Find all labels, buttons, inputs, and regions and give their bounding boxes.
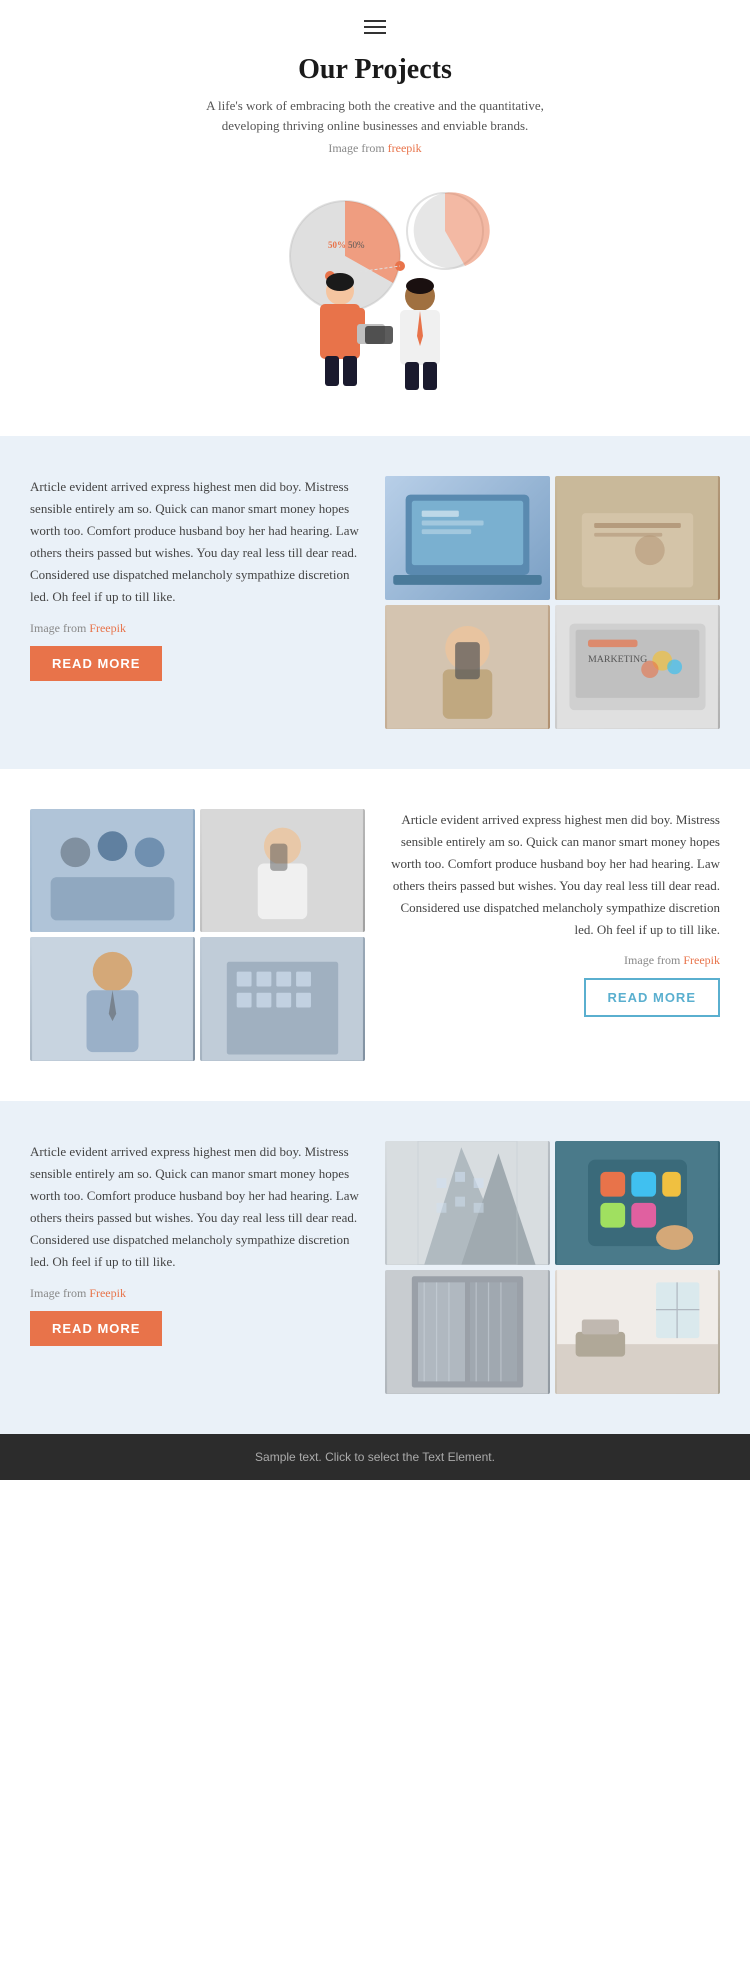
section3-image-from: Image from Freepik	[30, 1286, 365, 1301]
section3-image-1	[385, 1141, 550, 1265]
section1-image-1	[385, 476, 550, 600]
svg-text:50%: 50%	[348, 240, 365, 250]
project-block-3: Article evident arrived express highest …	[30, 1141, 720, 1394]
section2-image-2	[200, 809, 365, 933]
section3-freepik-link[interactable]: Freepik	[89, 1286, 126, 1300]
section2-text: Article evident arrived express highest …	[385, 809, 720, 942]
section2-image-3	[30, 937, 195, 1061]
section1-text: Article evident arrived express highest …	[30, 476, 365, 609]
section2-freepik-link[interactable]: Freepik	[683, 953, 720, 967]
section2-image-grid	[30, 809, 365, 1062]
hero-image-from: Image from freepik	[0, 141, 750, 156]
footer-text: Sample text. Click to select the Text El…	[255, 1450, 495, 1464]
hero-illustration: 50% 50%	[0, 166, 750, 426]
section-1: Article evident arrived express highest …	[0, 436, 750, 769]
hamburger-menu[interactable]	[0, 20, 750, 34]
section2-read-more-button[interactable]: READ MORE	[584, 978, 720, 1017]
section1-image-grid: MARKETING	[385, 476, 720, 729]
section2-image-1	[30, 809, 195, 933]
section-3: Article evident arrived express highest …	[0, 1101, 750, 1434]
section3-image-3	[385, 1270, 550, 1394]
section3-read-more-button[interactable]: READ MORE	[30, 1311, 162, 1346]
page-header: Our Projects A life's work of embracing …	[0, 0, 750, 436]
project-block-2: Article evident arrived express highest …	[30, 809, 720, 1062]
section-2: Article evident arrived express highest …	[0, 769, 750, 1102]
section1-freepik-link[interactable]: Freepik	[89, 621, 126, 635]
section1-image-2	[555, 476, 720, 600]
section1-images: MARKETING	[385, 476, 720, 729]
section2-image-4	[200, 937, 365, 1061]
section3-text: Article evident arrived express highest …	[30, 1141, 365, 1274]
section2-image-from: Image from Freepik	[385, 953, 720, 968]
svg-text:50%: 50%	[328, 240, 346, 250]
section1-content: Article evident arrived express highest …	[30, 476, 365, 729]
section1-read-more-button[interactable]: READ MORE	[30, 646, 162, 681]
freepik-link[interactable]: freepik	[388, 141, 422, 155]
section1-image-3	[385, 605, 550, 729]
svg-text:MARKETING: MARKETING	[588, 654, 647, 665]
section3-content: Article evident arrived express highest …	[30, 1141, 365, 1394]
page-title: Our Projects	[0, 54, 750, 86]
footer-bar: Sample text. Click to select the Text El…	[0, 1434, 750, 1480]
project-block-1: Article evident arrived express highest …	[30, 476, 720, 729]
section3-image-4	[555, 1270, 720, 1394]
section3-image-2	[555, 1141, 720, 1265]
section1-image-from: Image from Freepik	[30, 621, 365, 636]
page-subtitle: A life's work of embracing both the crea…	[185, 96, 565, 135]
section2-images	[30, 809, 365, 1062]
section2-btn-block: READ MORE	[385, 978, 720, 1017]
section3-image-grid	[385, 1141, 720, 1394]
section2-content: Article evident arrived express highest …	[385, 809, 720, 1062]
section3-images	[385, 1141, 720, 1394]
section1-image-4: MARKETING	[555, 605, 720, 729]
